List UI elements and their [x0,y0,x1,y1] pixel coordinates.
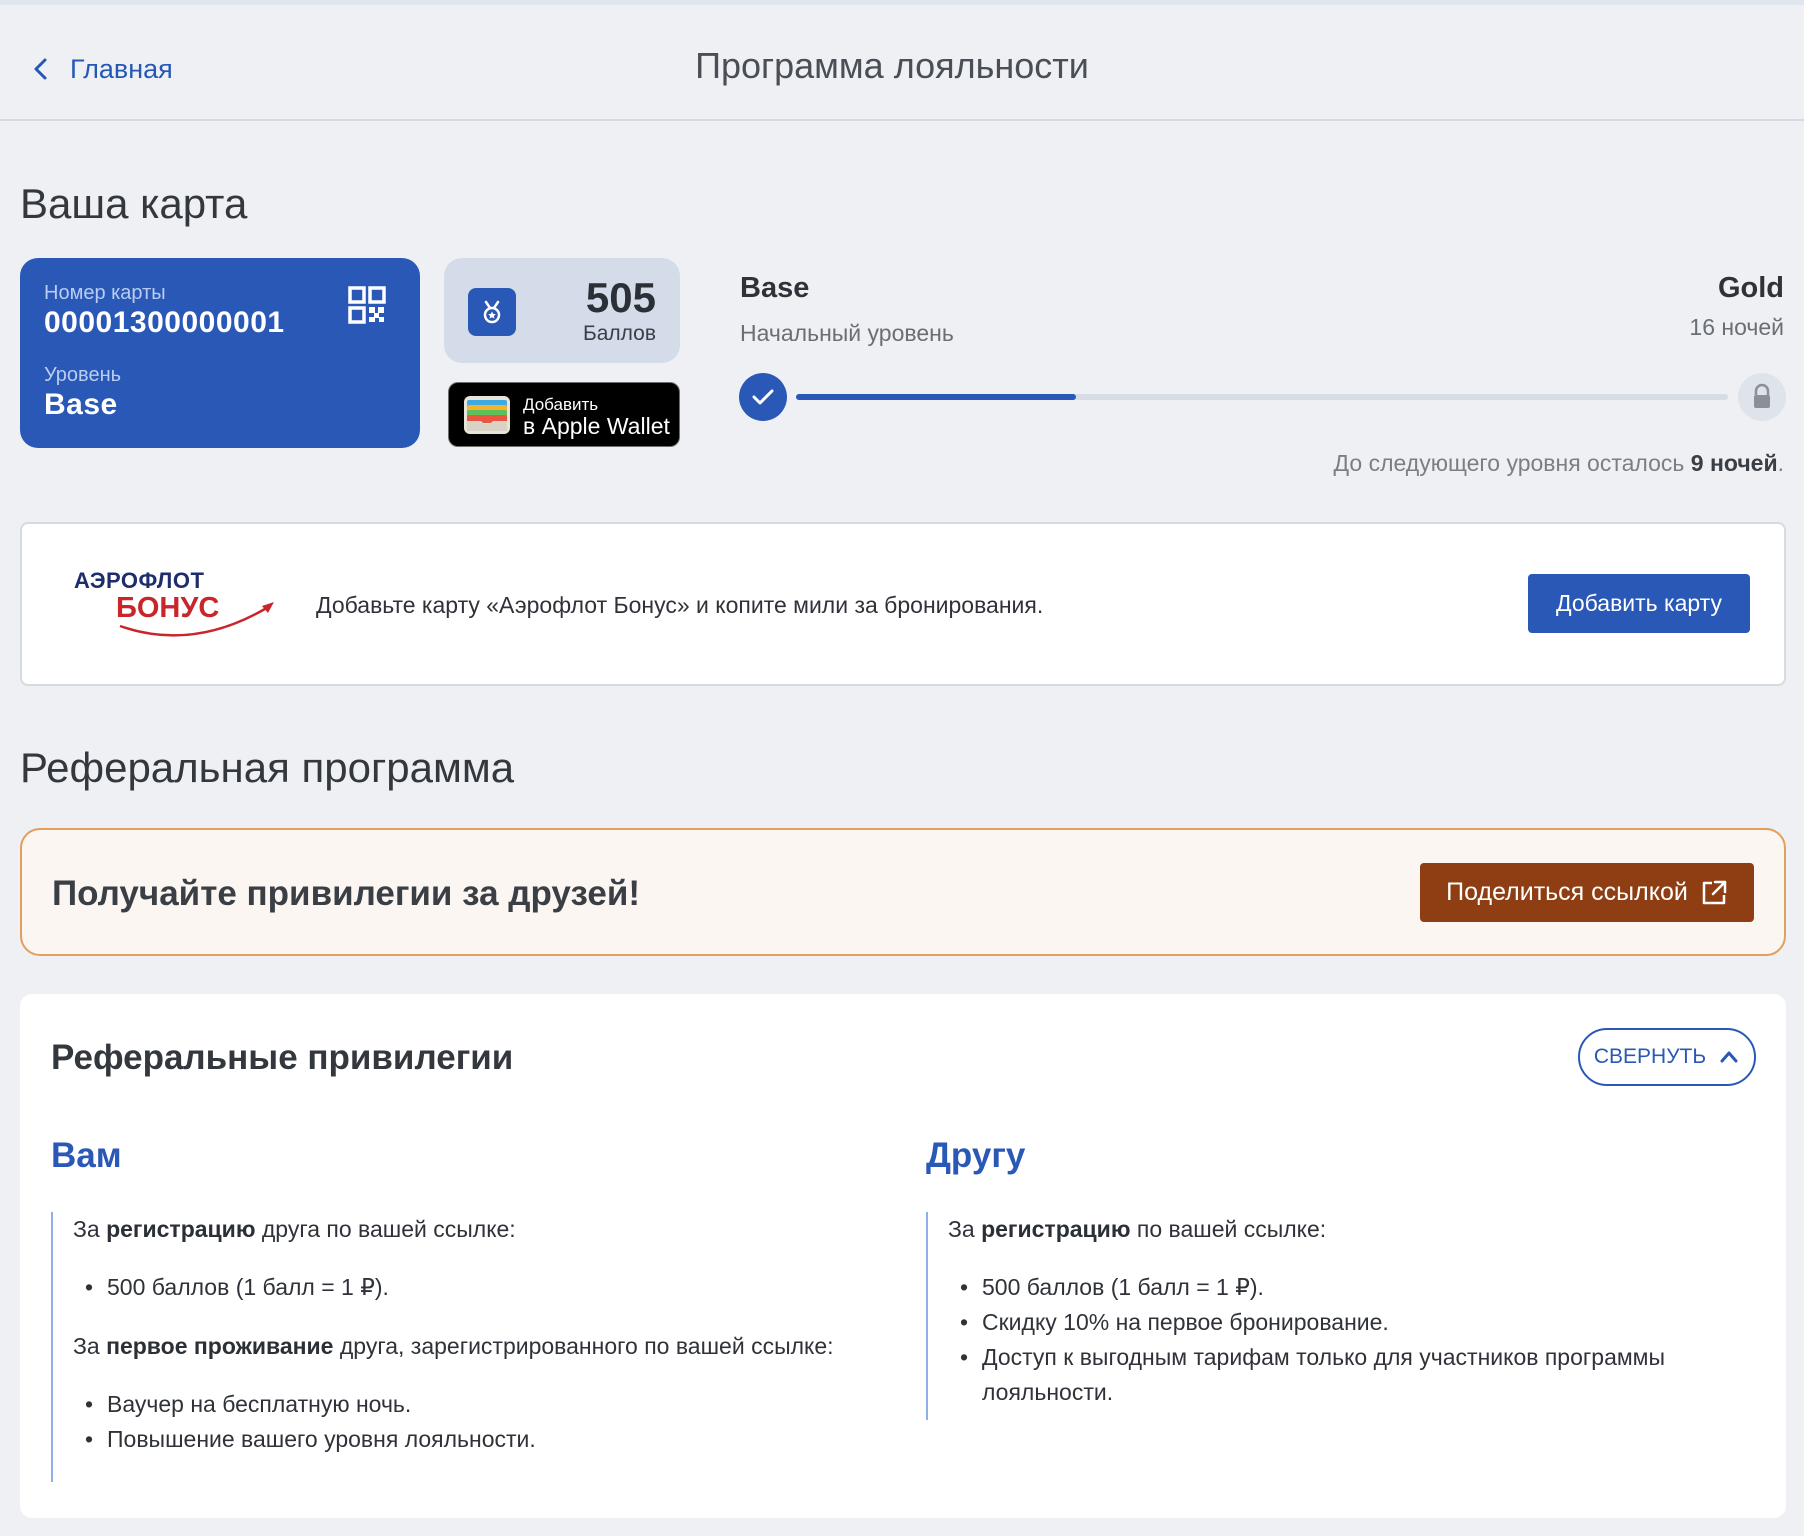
points-value: 505 [585,274,656,321]
collapse-label: СВЕРНУТЬ [1593,1045,1707,1068]
qr-code-icon[interactable] [348,286,386,324]
you-stay-text: За первое проживание друга, зарегистриро… [73,1333,834,1359]
referral-banner: Получайте привилегии за друзей! Поделить… [20,828,1786,956]
card-section-title: Ваша карта [20,180,248,227]
wallet-icon [464,396,510,434]
list-item: Ваучер на бесплатную ночь. [73,1387,891,1422]
list-item: Скидку 10% на первое бронирование. [948,1305,1686,1340]
external-link-icon [1702,880,1727,904]
card-number: 00001300000001 [44,306,285,339]
level-progress-fill [796,394,1076,400]
chevron-up-icon [1720,1051,1738,1063]
medal-icon [468,288,516,336]
wallet-line1: Добавить [523,395,599,414]
you-heading: Вам [51,1136,122,1175]
you-stay-list: Ваучер на бесплатную ночь. Повышение ваш… [73,1387,891,1457]
you-registration-text: За регистрацию друга по вашей ссылке: [73,1216,516,1242]
referral-section-title: Реферальная программа [20,744,515,791]
header: Главная Программа лояльности [0,5,1804,121]
current-level-subtitle: Начальный уровень [740,320,954,346]
nights-left: 9 ночей [1690,450,1778,476]
share-link-label: Поделиться ссылкой [1446,878,1688,906]
check-icon [739,373,787,421]
svg-text:БОНУС: БОНУС [116,592,219,624]
add-to-apple-wallet-button[interactable]: Добавить в Apple Wallet [448,382,680,447]
collapse-button[interactable]: СВЕРНУТЬ [1578,1028,1756,1086]
list-item: 500 баллов (1 балл = 1 ₽). [948,1270,1686,1305]
you-registration-list: 500 баллов (1 балл = 1 ₽). [73,1270,891,1305]
add-card-button[interactable]: Добавить карту [1528,574,1750,633]
share-link-button[interactable]: Поделиться ссылкой [1420,863,1754,922]
list-item: Доступ к выгодным тарифам только для уча… [948,1340,1686,1410]
list-item: Повышение вашего уровня лояльности. [73,1422,891,1457]
points-label: Баллов [582,322,656,345]
next-level: Gold [1717,272,1784,304]
lock-icon [1738,373,1786,421]
page-title: Программа лояльности [695,45,1089,86]
referral-privileges-panel: Реферальные привилегии СВЕРНУТЬ Вам За р… [20,994,1786,1518]
referral-banner-text: Получайте привилегии за друзей! [52,874,641,913]
you-privileges: За регистрацию друга по вашей ссылке: 50… [51,1212,891,1482]
next-level-requirement: 16 ночей [1689,314,1784,340]
card-number-label: Номер карты [44,282,166,304]
aeroflot-banner-text: Добавьте карту «Аэрофлот Бонус» и копите… [316,592,1044,618]
current-level: Base [740,272,810,304]
friend-privileges: За регистрацию по вашей ссылке: 500 балл… [926,1212,1686,1420]
level-progress-track [796,394,1728,400]
list-item: 500 баллов (1 балл = 1 ₽). [73,1270,891,1305]
loyalty-card: Номер карты 00001300000001 Уровень Base [20,258,420,448]
svg-text:АЭРОФЛОТ: АЭРОФЛОТ [74,568,204,593]
friend-heading: Другу [926,1136,1026,1175]
next-level-note: До следующего уровня осталось 9 ночей. [1333,450,1784,476]
card-level: Base [44,388,118,421]
wallet-line2: в Apple Wallet [523,413,670,439]
friend-registration-text: За регистрацию по вашей ссылке: [948,1216,1327,1242]
privileges-title: Реферальные привилегии [51,1038,514,1077]
points-box: 505 Баллов [444,258,680,363]
card-level-label: Уровень [44,364,122,386]
aeroflot-bonus-banner: АЭРОФЛОТ БОНУС Добавьте карту «Аэрофлот … [20,522,1786,686]
aeroflot-bonus-logo: АЭРОФЛОТ БОНУС [74,568,274,637]
friend-registration-list: 500 баллов (1 балл = 1 ₽). Скидку 10% на… [948,1270,1686,1410]
